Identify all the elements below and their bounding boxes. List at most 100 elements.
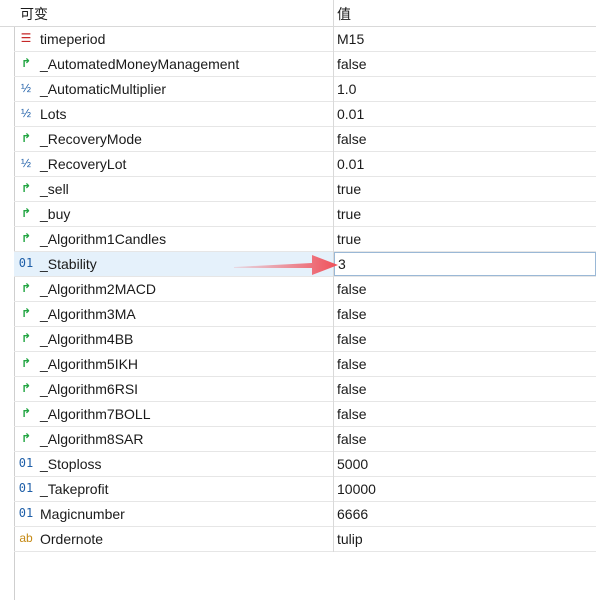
param-row-stoploss[interactable]: 01 _Stoploss 5000 — [14, 452, 596, 477]
param-row-algorithm5ikh[interactable]: ↱ _Algorithm5IKH false — [14, 352, 596, 377]
param-name: _AutomatedMoneyManagement — [40, 56, 240, 72]
string-icon: ab — [19, 531, 33, 545]
column-separator — [333, 127, 334, 152]
param-value[interactable]: 1.0 — [337, 81, 356, 97]
param-value[interactable]: false — [337, 56, 367, 72]
bool-icon: ↱ — [20, 281, 32, 295]
int-icon: 01 — [18, 481, 34, 495]
param-value[interactable]: true — [337, 181, 361, 197]
value-editor[interactable] — [334, 252, 596, 276]
param-value[interactable]: false — [337, 431, 367, 447]
bool-icon: ↱ — [20, 56, 32, 70]
header-separator[interactable] — [333, 0, 334, 26]
header-variable[interactable]: 可变 — [20, 4, 48, 24]
param-row-algorithm1candles[interactable]: ↱ _Algorithm1Candles true — [14, 227, 596, 252]
int-icon: 01 — [18, 456, 34, 470]
param-name: _Algorithm1Candles — [40, 231, 167, 247]
column-separator — [333, 202, 334, 227]
param-value[interactable]: true — [337, 206, 361, 222]
param-name: _buy — [40, 206, 71, 222]
param-row-algorithm6rsi[interactable]: ↱ _Algorithm6RSI false — [14, 377, 596, 402]
param-name: _Algorithm5IKH — [40, 356, 139, 372]
input-parameters-grid: 可变 值 ☰ timeperiod M15 ↱ _AutomatedMoneyManag… — [0, 0, 596, 600]
bool-icon: ↱ — [20, 431, 32, 445]
param-row-recoverymode[interactable]: ↱ _RecoveryMode false — [14, 127, 596, 152]
param-row-buy[interactable]: ↱ _buy true — [14, 202, 596, 227]
column-separator — [333, 152, 334, 177]
param-row-magicnumber[interactable]: 01 Magicnumber 6666 — [14, 502, 596, 527]
parameter-rows: ☰ timeperiod M15 ↱ _AutomatedMoneyManagement… — [14, 27, 596, 552]
column-separator — [333, 477, 334, 502]
param-row-algorithm2macd[interactable]: ↱ _Algorithm2MACD false — [14, 277, 596, 302]
param-value[interactable]: false — [337, 381, 367, 397]
bool-icon: ↱ — [20, 131, 32, 145]
param-value[interactable]: false — [337, 281, 367, 297]
column-separator — [333, 502, 334, 527]
param-name: _Stability — [40, 256, 97, 272]
bool-icon: ↱ — [20, 181, 32, 195]
param-row-algorithm4bb[interactable]: ↱ _Algorithm4BB false — [14, 327, 596, 352]
param-name: _RecoveryMode — [40, 131, 142, 147]
param-row-automatedmoneymanagement[interactable]: ↱ _AutomatedMoneyManagement false — [14, 52, 596, 77]
param-value[interactable]: 0.01 — [337, 106, 364, 122]
column-separator — [333, 52, 334, 77]
param-name: _Algorithm7BOLL — [40, 406, 151, 422]
column-separator — [333, 527, 334, 552]
double-icon: ½ — [20, 156, 31, 170]
column-separator — [333, 77, 334, 102]
param-value[interactable]: false — [337, 331, 367, 347]
param-row-sell[interactable]: ↱ _sell true — [14, 177, 596, 202]
bool-icon: ↱ — [20, 231, 32, 245]
param-row-algorithm3ma[interactable]: ↱ _Algorithm3MA false — [14, 302, 596, 327]
param-row-recoverylot[interactable]: ½ _RecoveryLot 0.01 — [14, 152, 596, 177]
enum-icon: ☰ — [20, 31, 32, 45]
bool-icon: ↱ — [20, 306, 32, 320]
param-value[interactable]: 0.01 — [337, 156, 364, 172]
column-separator — [333, 327, 334, 352]
param-name: _Algorithm4BB — [40, 331, 134, 347]
param-value[interactable]: M15 — [337, 31, 364, 47]
column-separator — [333, 102, 334, 127]
param-value[interactable]: false — [337, 131, 367, 147]
param-value[interactable]: false — [337, 406, 367, 422]
header-value[interactable]: 值 — [337, 4, 351, 24]
param-value[interactable]: 5000 — [337, 456, 368, 472]
bool-icon: ↱ — [20, 206, 32, 220]
double-icon: ½ — [20, 106, 31, 120]
int-icon: 01 — [18, 256, 34, 270]
param-value[interactable]: tulip — [337, 531, 363, 547]
column-separator — [333, 352, 334, 377]
param-row-algorithm8sar[interactable]: ↱ _Algorithm8SAR false — [14, 427, 596, 452]
column-separator — [333, 177, 334, 202]
param-value[interactable]: 6666 — [337, 506, 368, 522]
bool-icon: ↱ — [20, 356, 32, 370]
param-name: _Takeprofit — [40, 481, 109, 497]
column-separator — [333, 27, 334, 52]
param-name: Ordernote — [40, 531, 104, 547]
param-row-takeprofit[interactable]: 01 _Takeprofit 10000 — [14, 477, 596, 502]
param-name: _Algorithm3MA — [40, 306, 136, 322]
param-name: _Algorithm2MACD — [40, 281, 156, 297]
param-value[interactable]: true — [337, 231, 361, 247]
param-value[interactable]: false — [337, 356, 367, 372]
param-row-automaticmultiplier[interactable]: ½ _AutomaticMultiplier 1.0 — [14, 77, 596, 102]
column-separator — [333, 277, 334, 302]
param-value[interactable]: 10000 — [337, 481, 376, 497]
param-value[interactable]: false — [337, 306, 367, 322]
param-name: _Algorithm6RSI — [40, 381, 139, 397]
param-name: timeperiod — [40, 31, 106, 47]
grid-header: 可变 值 — [0, 0, 596, 27]
param-name: _AutomaticMultiplier — [40, 81, 167, 97]
param-row-timeperiod[interactable]: ☰ timeperiod M15 — [14, 27, 596, 52]
param-row-lots[interactable]: ½ Lots 0.01 — [14, 102, 596, 127]
param-name: _Algorithm8SAR — [40, 431, 144, 447]
bool-icon: ↱ — [20, 331, 32, 345]
param-name: Magicnumber — [40, 506, 125, 522]
column-separator — [333, 302, 334, 327]
param-row-algorithm7boll[interactable]: ↱ _Algorithm7BOLL false — [14, 402, 596, 427]
param-name: _sell — [40, 181, 69, 197]
bool-icon: ↱ — [20, 406, 32, 420]
param-row-ordernote[interactable]: ab Ordernote tulip — [14, 527, 596, 552]
column-separator — [333, 227, 334, 252]
param-name: _RecoveryLot — [40, 156, 127, 172]
